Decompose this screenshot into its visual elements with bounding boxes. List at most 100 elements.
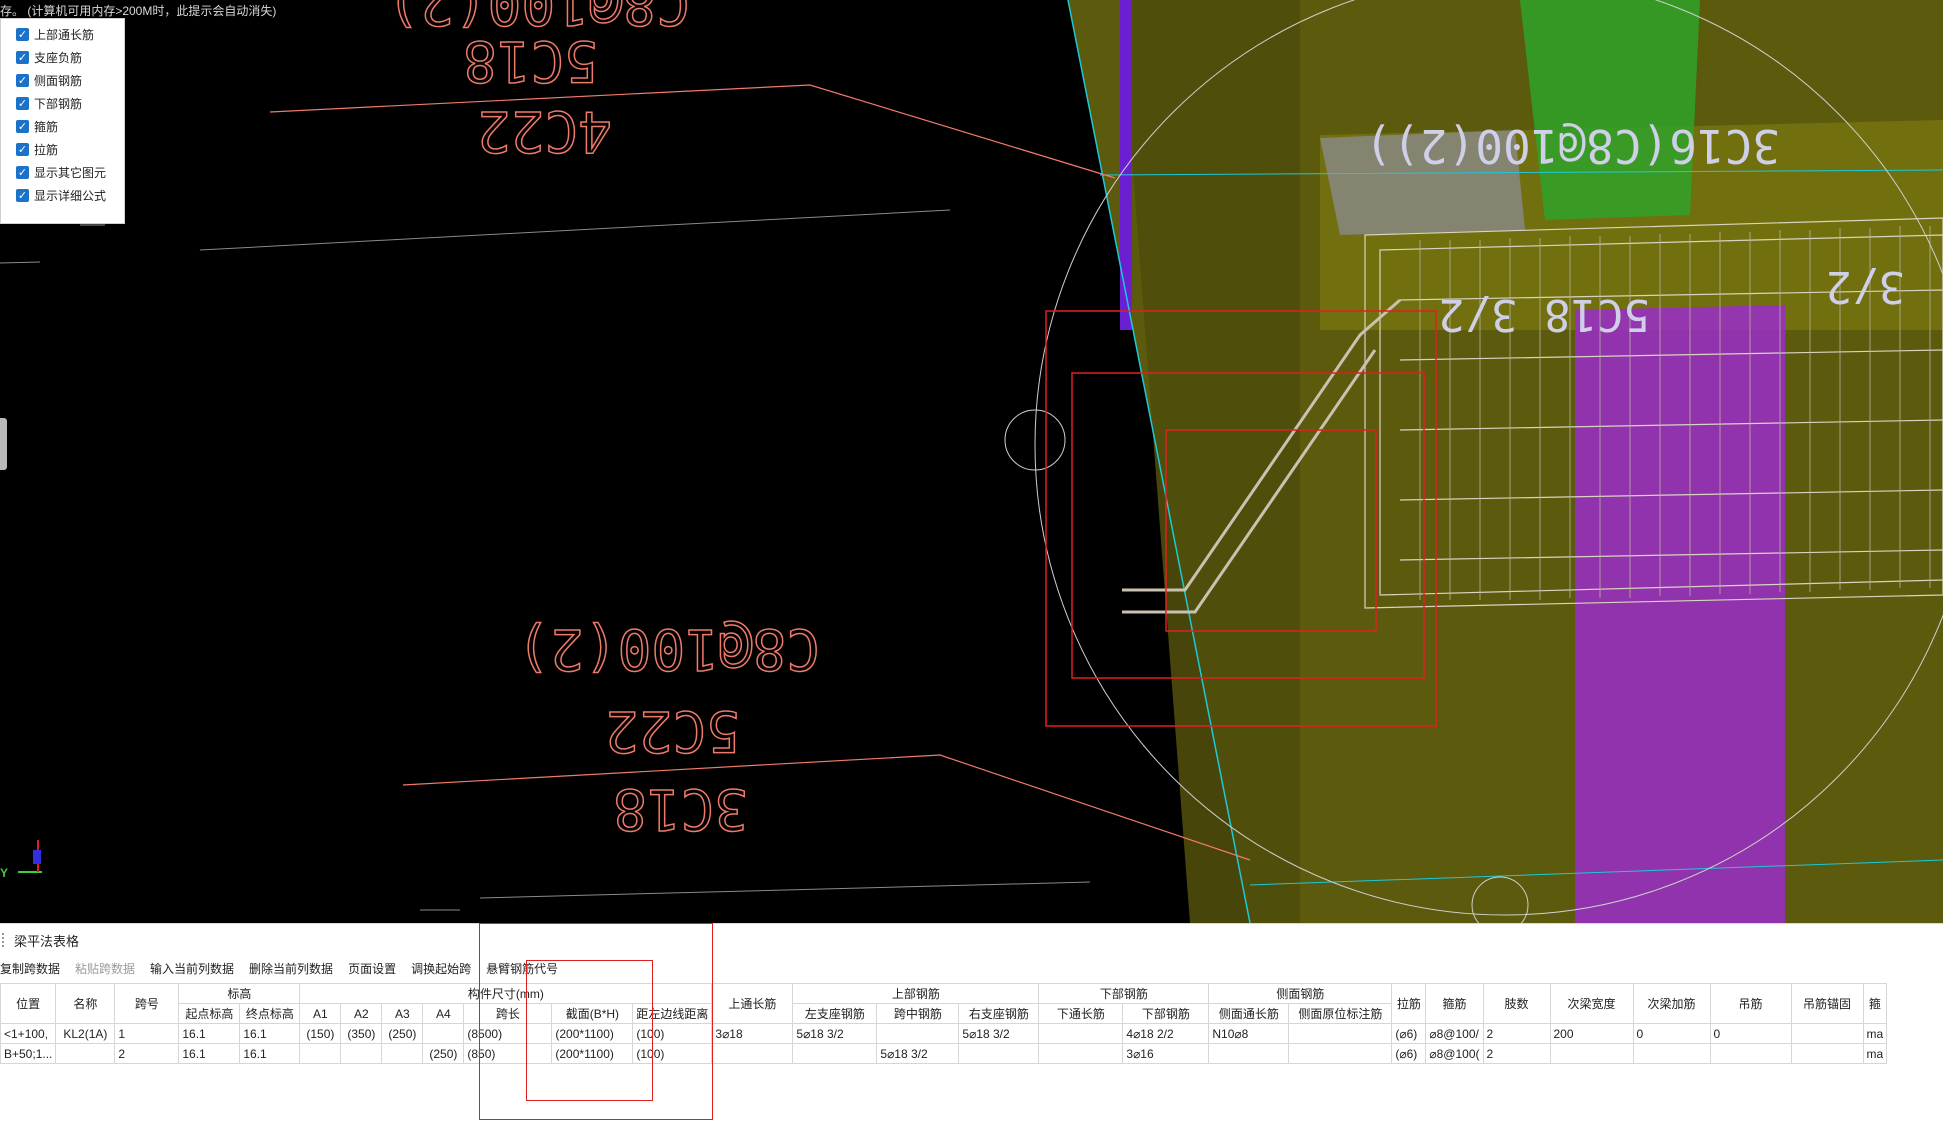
cell-right-sup[interactable]: 5⌀18 3/2 — [958, 1023, 1040, 1044]
page-setup-button[interactable]: 页面设置 — [348, 960, 403, 977]
table-row[interactable]: <1+100, KL2(1A) 1 16.1 16.1 (150) (350) … — [0, 1023, 1888, 1044]
checkbox-icon[interactable]: ✓ — [16, 97, 29, 110]
col-hanger-anchor[interactable]: 吊筋锚固 — [1790, 983, 1864, 1024]
side-collapse-handle[interactable] — [0, 418, 7, 470]
layer-bottom-bars[interactable]: ✓ 下部钢筋 — [1, 92, 124, 115]
cell-a1[interactable]: (150) — [299, 1023, 342, 1044]
checkbox-icon[interactable]: ✓ — [16, 51, 29, 64]
cell-a2[interactable]: (350) — [340, 1023, 383, 1044]
swap-start-span-button[interactable]: 调换起始跨 — [411, 960, 478, 977]
cell-a4[interactable] — [422, 1023, 465, 1044]
cell-legs[interactable]: 2 — [1482, 1043, 1551, 1064]
col-side-orig[interactable]: 侧面原位标注筋 — [1288, 1003, 1393, 1024]
cell-sec-width[interactable] — [1549, 1043, 1634, 1064]
checkbox-icon[interactable]: ✓ — [16, 28, 29, 41]
delete-column-button[interactable]: 删除当前列数据 — [249, 960, 340, 977]
grid-title-bar[interactable]: 梁平法表格 — [0, 923, 1943, 956]
checkbox-icon[interactable]: ✓ — [16, 166, 29, 179]
col-bot-bar[interactable]: 下部钢筋 — [1122, 1003, 1210, 1024]
cell-more[interactable]: ma — [1862, 1023, 1888, 1044]
layer-top-long[interactable]: ✓ 上部通长筋 — [1, 23, 124, 46]
cell-mid[interactable] — [876, 1023, 960, 1044]
layer-detail-formula[interactable]: ✓ 显示详细公式 — [1, 184, 124, 207]
cad-canvas[interactable]: C8@100(2) 5C18 4C22 C8@100(2) 5C22 3C18 … — [0, 0, 1943, 923]
checkbox-icon[interactable]: ✓ — [16, 120, 29, 133]
cell-bot-bar[interactable]: 4⌀18 2/2 — [1122, 1023, 1210, 1044]
col-stirrup[interactable]: 箍筋 — [1425, 983, 1484, 1024]
cell-tie[interactable]: (⌀6) — [1391, 1023, 1427, 1044]
cell-stirrup[interactable]: ⌀8@100/ — [1425, 1023, 1484, 1044]
layer-ties[interactable]: ✓ 拉筋 — [1, 138, 124, 161]
drag-grip-icon[interactable] — [2, 933, 8, 947]
col-right-sup[interactable]: 右支座钢筋 — [958, 1003, 1040, 1024]
layer-side-bars[interactable]: ✓ 侧面钢筋 — [1, 69, 124, 92]
cell-a3[interactable] — [381, 1043, 424, 1064]
cell-a3[interactable]: (250) — [381, 1023, 424, 1044]
cell-sec-add[interactable]: 0 — [1632, 1023, 1711, 1044]
cell-right-sup[interactable] — [958, 1043, 1040, 1064]
cell-side-orig[interactable] — [1288, 1043, 1393, 1064]
cell-left-sup[interactable]: 5⌀18 3/2 — [792, 1023, 878, 1044]
checkbox-icon[interactable]: ✓ — [16, 74, 29, 87]
col-tie[interactable]: 拉筋 — [1391, 983, 1427, 1024]
layer-support-neg[interactable]: ✓ 支座负筋 — [1, 46, 124, 69]
col-end-elev[interactable]: 终点标高 — [239, 1003, 301, 1024]
cell-span[interactable]: 2 — [114, 1043, 180, 1064]
cell-side-long[interactable] — [1208, 1043, 1290, 1064]
table-row[interactable]: B+50;1... 2 16.1 16.1 (250) (850) (200*1… — [0, 1043, 1888, 1064]
cell-stirrup[interactable]: ⌀8@100( — [1425, 1043, 1484, 1064]
cell-more[interactable]: ma — [1862, 1043, 1888, 1064]
cell-mid[interactable]: 5⌀18 3/2 — [876, 1043, 960, 1064]
layer-other-elements[interactable]: ✓ 显示其它图元 — [1, 161, 124, 184]
cell-hanger[interactable] — [1709, 1043, 1792, 1064]
col-legs[interactable]: 肢数 — [1482, 983, 1551, 1024]
cell-hanger-anchor[interactable] — [1790, 1043, 1864, 1064]
cell-a2[interactable] — [340, 1043, 383, 1064]
cell-name[interactable] — [55, 1043, 116, 1064]
col-a2[interactable]: A2 — [340, 1003, 383, 1024]
cell-start-elev[interactable]: 16.1 — [178, 1043, 241, 1064]
cell-side-long[interactable]: N10⌀8 — [1208, 1023, 1290, 1044]
cell-sec-width[interactable]: 200 — [1549, 1023, 1634, 1044]
col-span[interactable]: 跨号 — [114, 983, 180, 1024]
cell-pos[interactable]: B+50;1... — [0, 1043, 57, 1064]
col-start-elev[interactable]: 起点标高 — [178, 1003, 241, 1024]
cell-side-orig[interactable] — [1288, 1023, 1393, 1044]
cell-name[interactable]: KL2(1A) — [55, 1023, 116, 1044]
cell-bot-long[interactable] — [1038, 1023, 1124, 1044]
checkbox-icon[interactable]: ✓ — [16, 189, 29, 202]
checkbox-icon[interactable]: ✓ — [16, 143, 29, 156]
cell-start-elev[interactable]: 16.1 — [178, 1023, 241, 1044]
copy-span-button[interactable]: 复制跨数据 — [0, 960, 67, 977]
cell-end-elev[interactable]: 16.1 — [239, 1043, 301, 1064]
col-hanger[interactable]: 吊筋 — [1709, 983, 1792, 1024]
model-viewport[interactable]: C8@100(2) 5C18 4C22 C8@100(2) 5C22 3C18 … — [0, 0, 1943, 923]
col-more[interactable]: 箍 — [1862, 983, 1888, 1024]
col-a3[interactable]: A3 — [381, 1003, 424, 1024]
col-mid[interactable]: 跨中钢筋 — [876, 1003, 960, 1024]
cell-a1[interactable] — [299, 1043, 342, 1064]
paste-span-button[interactable]: 粘贴跨数据 — [75, 960, 142, 977]
cell-sec-add[interactable] — [1632, 1043, 1711, 1064]
col-left-sup[interactable]: 左支座钢筋 — [792, 1003, 878, 1024]
col-name[interactable]: 名称 — [55, 983, 116, 1024]
col-top-long[interactable]: 上通长筋 — [711, 983, 794, 1024]
cell-top-long[interactable] — [711, 1043, 794, 1064]
cell-end-elev[interactable]: 16.1 — [239, 1023, 301, 1044]
col-side-long[interactable]: 侧面通长筋 — [1208, 1003, 1290, 1024]
cell-top-long[interactable]: 3⌀18 — [711, 1023, 794, 1044]
cell-hanger-anchor[interactable] — [1790, 1023, 1864, 1044]
col-pos[interactable]: 位置 — [0, 983, 57, 1024]
cell-tie[interactable]: (⌀6) — [1391, 1043, 1427, 1064]
cell-bot-long[interactable] — [1038, 1043, 1124, 1064]
col-bot-long[interactable]: 下通长筋 — [1038, 1003, 1124, 1024]
input-column-button[interactable]: 输入当前列数据 — [150, 960, 241, 977]
cell-pos[interactable]: <1+100, — [0, 1023, 57, 1044]
cell-hanger[interactable]: 0 — [1709, 1023, 1792, 1044]
cell-a4[interactable]: (250) — [422, 1043, 465, 1064]
cell-legs[interactable]: 2 — [1482, 1023, 1551, 1044]
col-a1[interactable]: A1 — [299, 1003, 342, 1024]
cell-span[interactable]: 1 — [114, 1023, 180, 1044]
cell-left-sup[interactable] — [792, 1043, 878, 1064]
col-sec-add[interactable]: 次梁加筋 — [1632, 983, 1711, 1024]
